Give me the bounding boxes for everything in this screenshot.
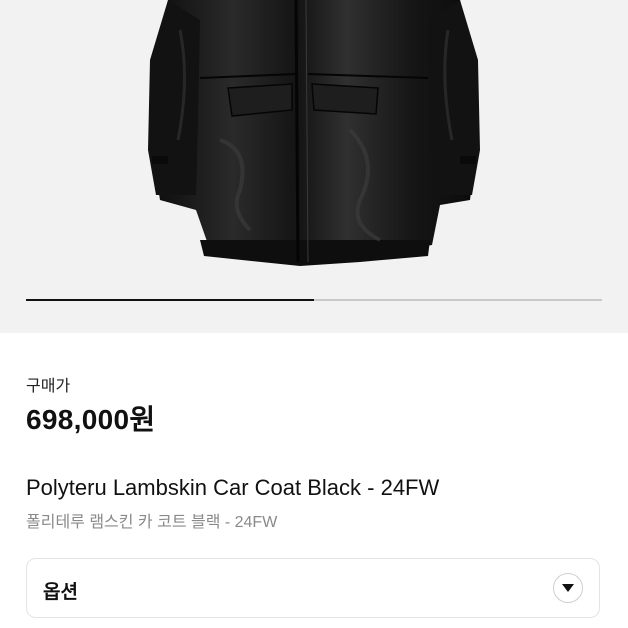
product-image (148, 0, 480, 266)
product-title: Polyteru Lambskin Car Coat Black - 24FW (26, 475, 440, 500)
option-select[interactable]: 옵션 (26, 558, 600, 618)
option-label: 옵션 (43, 582, 78, 603)
chevron-down-icon[interactable] (553, 573, 583, 603)
carousel-progress-fill (26, 299, 314, 301)
product-image-carousel[interactable] (0, 0, 628, 333)
price-label: 구매가 (26, 378, 71, 395)
price-value: 698,000원 (26, 404, 156, 435)
product-subtitle: 폴리테루 램스킨 카 코트 블랙 - 24FW (26, 514, 278, 531)
carousel-progress-track (26, 299, 602, 301)
